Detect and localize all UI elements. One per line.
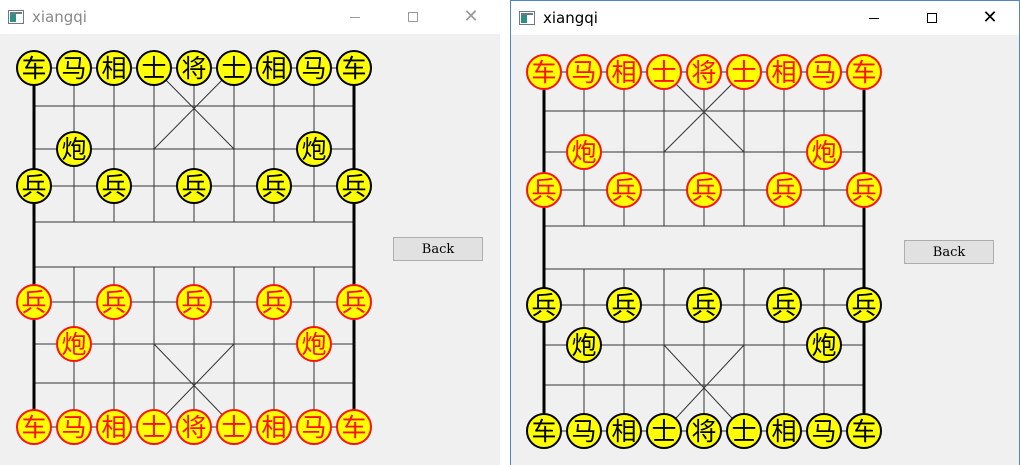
xiangqi-board[interactable]: 车马相士将士相马车炮炮兵兵兵兵兵兵兵兵兵兵炮炮车马相士将士相马车 (511, 35, 911, 465)
chess-piece[interactable]: 相 (606, 54, 642, 90)
close-button[interactable]: ✕ (961, 1, 1019, 35)
caption-buttons: ✕ (326, 0, 500, 34)
chess-piece[interactable]: 车 (846, 54, 882, 90)
chess-piece[interactable]: 士 (646, 413, 682, 449)
caption-buttons: ✕ (845, 1, 1019, 35)
chess-piece[interactable]: 车 (336, 409, 372, 445)
chess-piece[interactable]: 士 (216, 50, 252, 86)
chess-piece[interactable]: 马 (56, 50, 92, 86)
chess-piece[interactable]: 车 (526, 413, 562, 449)
chess-piece[interactable]: 马 (56, 409, 92, 445)
chess-piece[interactable]: 炮 (806, 134, 842, 170)
maximize-button[interactable] (384, 0, 442, 34)
chess-piece[interactable]: 士 (216, 409, 252, 445)
chess-piece[interactable]: 炮 (296, 326, 332, 362)
chess-piece[interactable]: 相 (256, 50, 292, 86)
chess-piece[interactable]: 车 (16, 50, 52, 86)
chess-piece[interactable]: 车 (846, 413, 882, 449)
window-title: xiangqi (32, 8, 87, 26)
chess-piece[interactable]: 相 (606, 413, 642, 449)
chess-piece[interactable]: 相 (96, 50, 132, 86)
chess-piece[interactable]: 炮 (56, 326, 92, 362)
chess-piece[interactable]: 相 (766, 413, 802, 449)
chess-piece[interactable]: 炮 (566, 327, 602, 363)
chess-piece[interactable]: 兵 (176, 284, 212, 320)
chess-piece[interactable]: 兵 (96, 284, 132, 320)
maximize-icon (408, 12, 418, 22)
app-icon (8, 10, 24, 24)
chess-piece[interactable]: 兵 (766, 172, 802, 208)
minimize-button[interactable] (326, 0, 384, 34)
chess-piece[interactable]: 兵 (336, 168, 372, 204)
chess-piece[interactable]: 兵 (526, 287, 562, 323)
chess-piece[interactable]: 兵 (336, 284, 372, 320)
chess-piece[interactable]: 炮 (296, 131, 332, 167)
back-button[interactable]: Back (904, 240, 994, 264)
chess-piece[interactable]: 士 (726, 413, 762, 449)
chess-piece[interactable]: 相 (766, 54, 802, 90)
chess-piece[interactable]: 将 (176, 50, 212, 86)
chess-piece[interactable]: 马 (806, 413, 842, 449)
chess-piece[interactable]: 马 (296, 50, 332, 86)
chess-piece[interactable]: 车 (16, 409, 52, 445)
window-left: xiangqi ✕ 车马相士将士相马车炮炮兵兵兵兵兵兵兵兵兵兵炮炮车马相士将士相… (0, 0, 500, 465)
chess-piece[interactable]: 兵 (16, 168, 52, 204)
chess-piece[interactable]: 炮 (566, 134, 602, 170)
board-grid (32, 67, 356, 428)
chess-piece[interactable]: 兵 (846, 287, 882, 323)
chess-piece[interactable]: 马 (296, 409, 332, 445)
chess-piece[interactable]: 兵 (686, 287, 722, 323)
chess-piece[interactable]: 兵 (96, 168, 132, 204)
chess-piece[interactable]: 炮 (56, 131, 92, 167)
chess-piece[interactable]: 将 (686, 54, 722, 90)
close-icon: ✕ (463, 6, 479, 27)
window-title: xiangqi (543, 9, 598, 27)
back-button[interactable]: Back (393, 237, 483, 261)
minimize-icon (869, 17, 879, 19)
chess-piece[interactable]: 相 (96, 409, 132, 445)
chess-piece[interactable]: 相 (256, 409, 292, 445)
chess-piece[interactable]: 马 (566, 54, 602, 90)
chess-piece[interactable]: 将 (176, 409, 212, 445)
chess-piece[interactable]: 兵 (256, 284, 292, 320)
minimize-icon (350, 16, 360, 18)
titlebar[interactable]: xiangqi ✕ (0, 0, 500, 34)
chess-piece[interactable]: 兵 (606, 287, 642, 323)
chess-piece[interactable]: 兵 (766, 287, 802, 323)
xiangqi-board[interactable]: 车马相士将士相马车炮炮兵兵兵兵兵兵兵兵兵兵炮炮车马相士将士相马车 (0, 34, 400, 465)
chess-piece[interactable]: 马 (566, 413, 602, 449)
chess-piece[interactable]: 兵 (176, 168, 212, 204)
chess-piece[interactable]: 炮 (806, 327, 842, 363)
chess-piece[interactable]: 车 (336, 50, 372, 86)
chess-piece[interactable]: 士 (136, 50, 172, 86)
chess-piece[interactable]: 兵 (256, 168, 292, 204)
maximize-icon (927, 13, 937, 23)
chess-piece[interactable]: 兵 (606, 172, 642, 208)
chess-piece[interactable]: 将 (686, 413, 722, 449)
chess-piece[interactable]: 兵 (16, 284, 52, 320)
board-grid (542, 71, 866, 432)
window-right: xiangqi ✕ 车马相士将士相马车炮炮兵兵兵兵兵兵兵兵兵兵炮炮车马相士将士相… (510, 0, 1020, 465)
chess-piece[interactable]: 马 (806, 54, 842, 90)
app-icon (519, 11, 535, 25)
chess-piece[interactable]: 兵 (686, 172, 722, 208)
close-icon: ✕ (982, 7, 998, 28)
minimize-button[interactable] (845, 1, 903, 35)
chess-piece[interactable]: 士 (136, 409, 172, 445)
maximize-button[interactable] (903, 1, 961, 35)
chess-piece[interactable]: 士 (646, 54, 682, 90)
chess-piece[interactable]: 兵 (846, 172, 882, 208)
titlebar[interactable]: xiangqi ✕ (511, 1, 1019, 35)
chess-piece[interactable]: 兵 (526, 172, 562, 208)
chess-piece[interactable]: 士 (726, 54, 762, 90)
chess-piece[interactable]: 车 (526, 54, 562, 90)
close-button[interactable]: ✕ (442, 0, 500, 34)
